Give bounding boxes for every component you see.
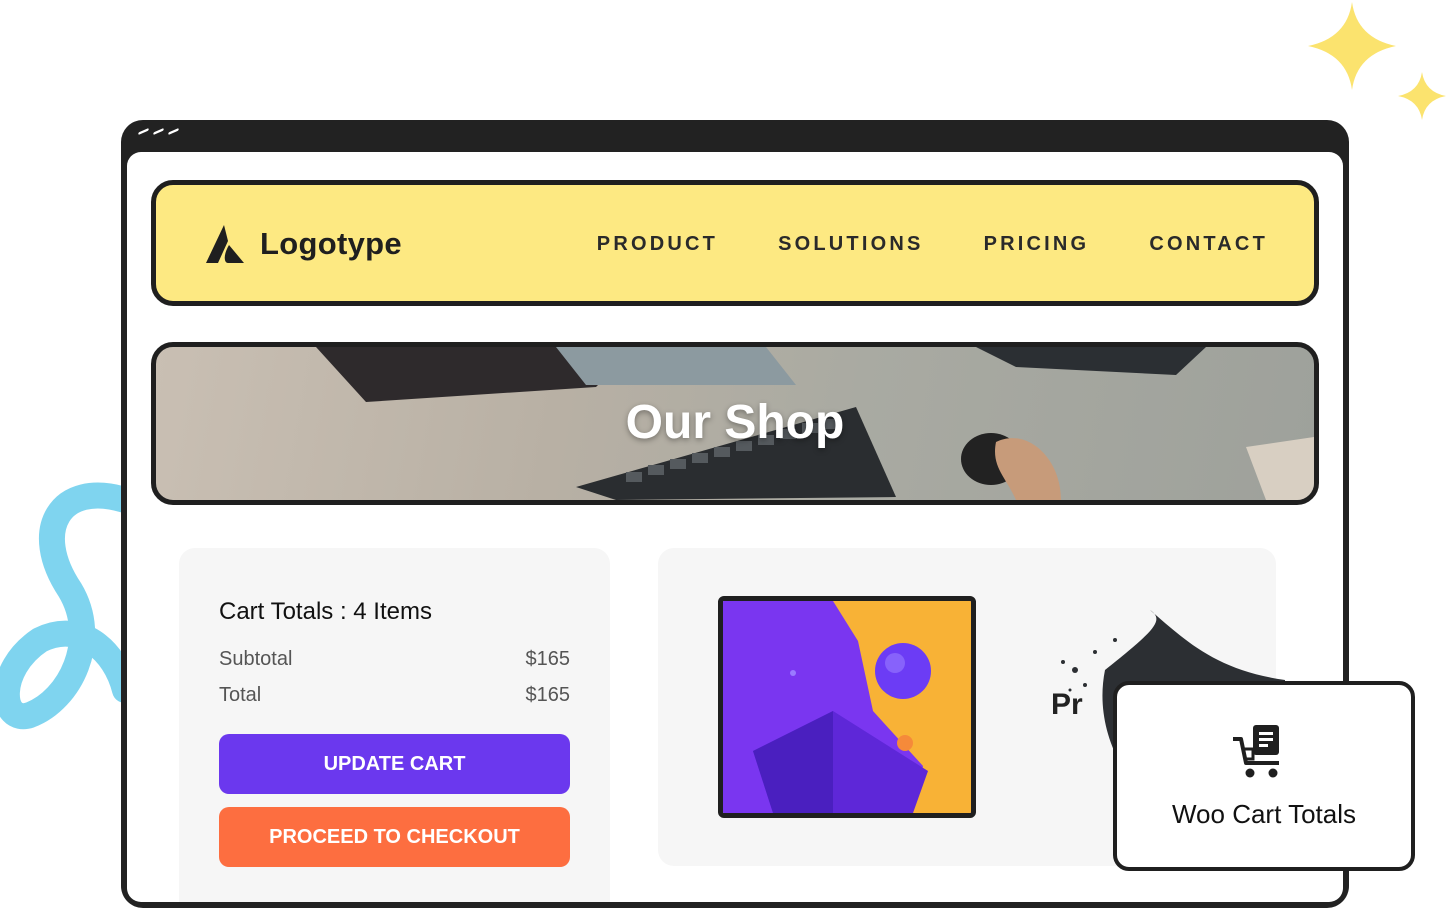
total-label: Total: [219, 684, 262, 706]
site-navbar: Logotype PRODUCT SOLUTIONS PRICING CONTA…: [151, 180, 1319, 306]
subtotal-label: Subtotal: [219, 648, 293, 670]
total-row: Total $165: [219, 684, 570, 707]
nav-link-pricing[interactable]: PRICING: [984, 233, 1090, 256]
subtotal-value: $165: [525, 648, 571, 670]
proceed-to-checkout-button[interactable]: PROCEED TO CHECKOUT: [219, 807, 570, 867]
hero-banner: Our Shop: [151, 342, 1319, 505]
large-sparkle-icon: [1308, 2, 1396, 90]
window-dot-icon: [168, 127, 179, 136]
update-cart-button[interactable]: UPDATE CART: [219, 734, 570, 794]
cart-receipt-icon: [1233, 725, 1279, 778]
logotype-mark-icon: [206, 225, 244, 263]
total-value: $165: [525, 684, 571, 706]
product-image[interactable]: [718, 596, 976, 818]
nav-link-solutions[interactable]: SOLUTIONS: [778, 233, 923, 256]
cart-totals-title: Cart Totals : 4 Items: [219, 598, 432, 625]
squiggle-decoration: [0, 482, 125, 730]
brand-name: Logotype: [260, 226, 402, 261]
sparkles-decoration: [1308, 2, 1446, 120]
hero-title: Our Shop: [625, 396, 845, 449]
nav-menu: PRODUCT SOLUTIONS PRICING CONTACT: [597, 233, 1268, 256]
subtotal-row: Subtotal $165: [219, 648, 570, 671]
small-sparkle-icon: [1398, 72, 1446, 120]
window-dot-icon: [153, 127, 164, 136]
brand-logo[interactable]: Logotype: [204, 223, 402, 265]
nav-link-contact[interactable]: CONTACT: [1149, 233, 1268, 256]
window-dot-icon: [138, 127, 149, 136]
window-controls: [138, 127, 179, 136]
woo-cart-totals-widget[interactable]: Woo Cart Totals: [1113, 681, 1415, 871]
nav-link-product[interactable]: PRODUCT: [597, 233, 718, 256]
widget-label: Woo Cart Totals: [1171, 799, 1356, 829]
product-3d-shapes-image: [723, 601, 971, 813]
cart-totals-card: Cart Totals : 4 Items Subtotal $165 Tota…: [179, 548, 610, 902]
